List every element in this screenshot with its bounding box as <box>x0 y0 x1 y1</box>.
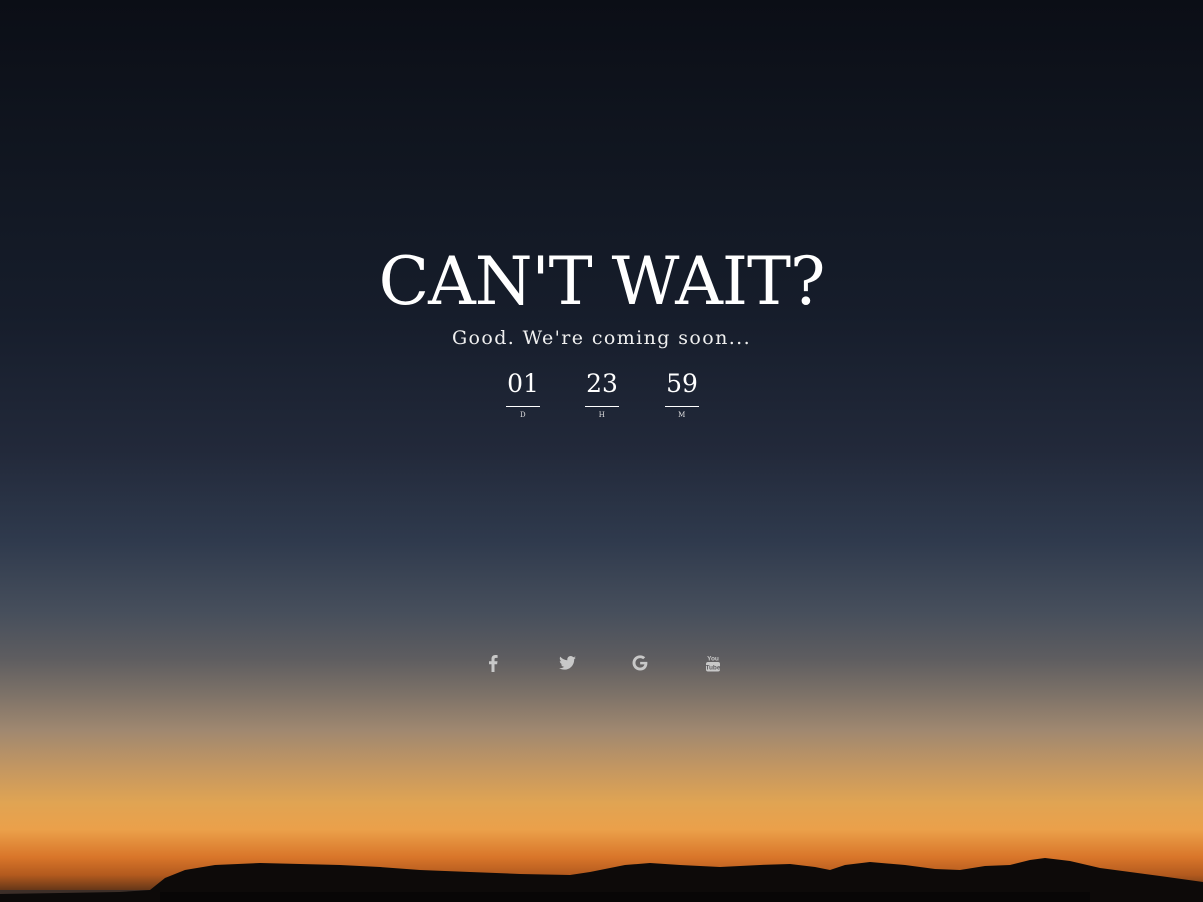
google-link[interactable] <box>627 650 653 676</box>
countdown-minutes: 59 M <box>652 366 712 419</box>
youtube-icon: You Tube <box>705 656 721 672</box>
countdown-minutes-value: 59 <box>665 366 699 407</box>
coming-soon-page: CAN'T WAIT? Good. We're coming soon... 0… <box>0 0 1203 902</box>
page-title: CAN'T WAIT? <box>378 243 826 320</box>
countdown-hours-label: H <box>598 411 606 419</box>
youtube-link[interactable]: You Tube <box>700 650 726 676</box>
social-links: You Tube <box>0 650 1203 676</box>
page-subtitle: Good. We're coming soon... <box>451 327 752 349</box>
google-icon <box>632 655 648 671</box>
countdown-days-label: D <box>519 411 527 419</box>
countdown-hours: 23 H <box>572 366 632 419</box>
countdown-hours-value: 23 <box>585 366 619 407</box>
island-silhouette <box>0 858 1203 902</box>
twitter-icon <box>558 656 576 670</box>
facebook-icon <box>489 654 498 672</box>
countdown-minutes-label: M <box>678 411 686 419</box>
countdown-timer: 01 D 23 H 59 M <box>0 366 1203 426</box>
svg-text:You: You <box>707 656 719 663</box>
countdown-days-value: 01 <box>506 366 540 407</box>
svg-text:Tube: Tube <box>705 665 720 672</box>
facebook-link[interactable] <box>480 650 506 676</box>
twitter-link[interactable] <box>554 650 580 676</box>
countdown-days: 01 D <box>493 366 553 419</box>
